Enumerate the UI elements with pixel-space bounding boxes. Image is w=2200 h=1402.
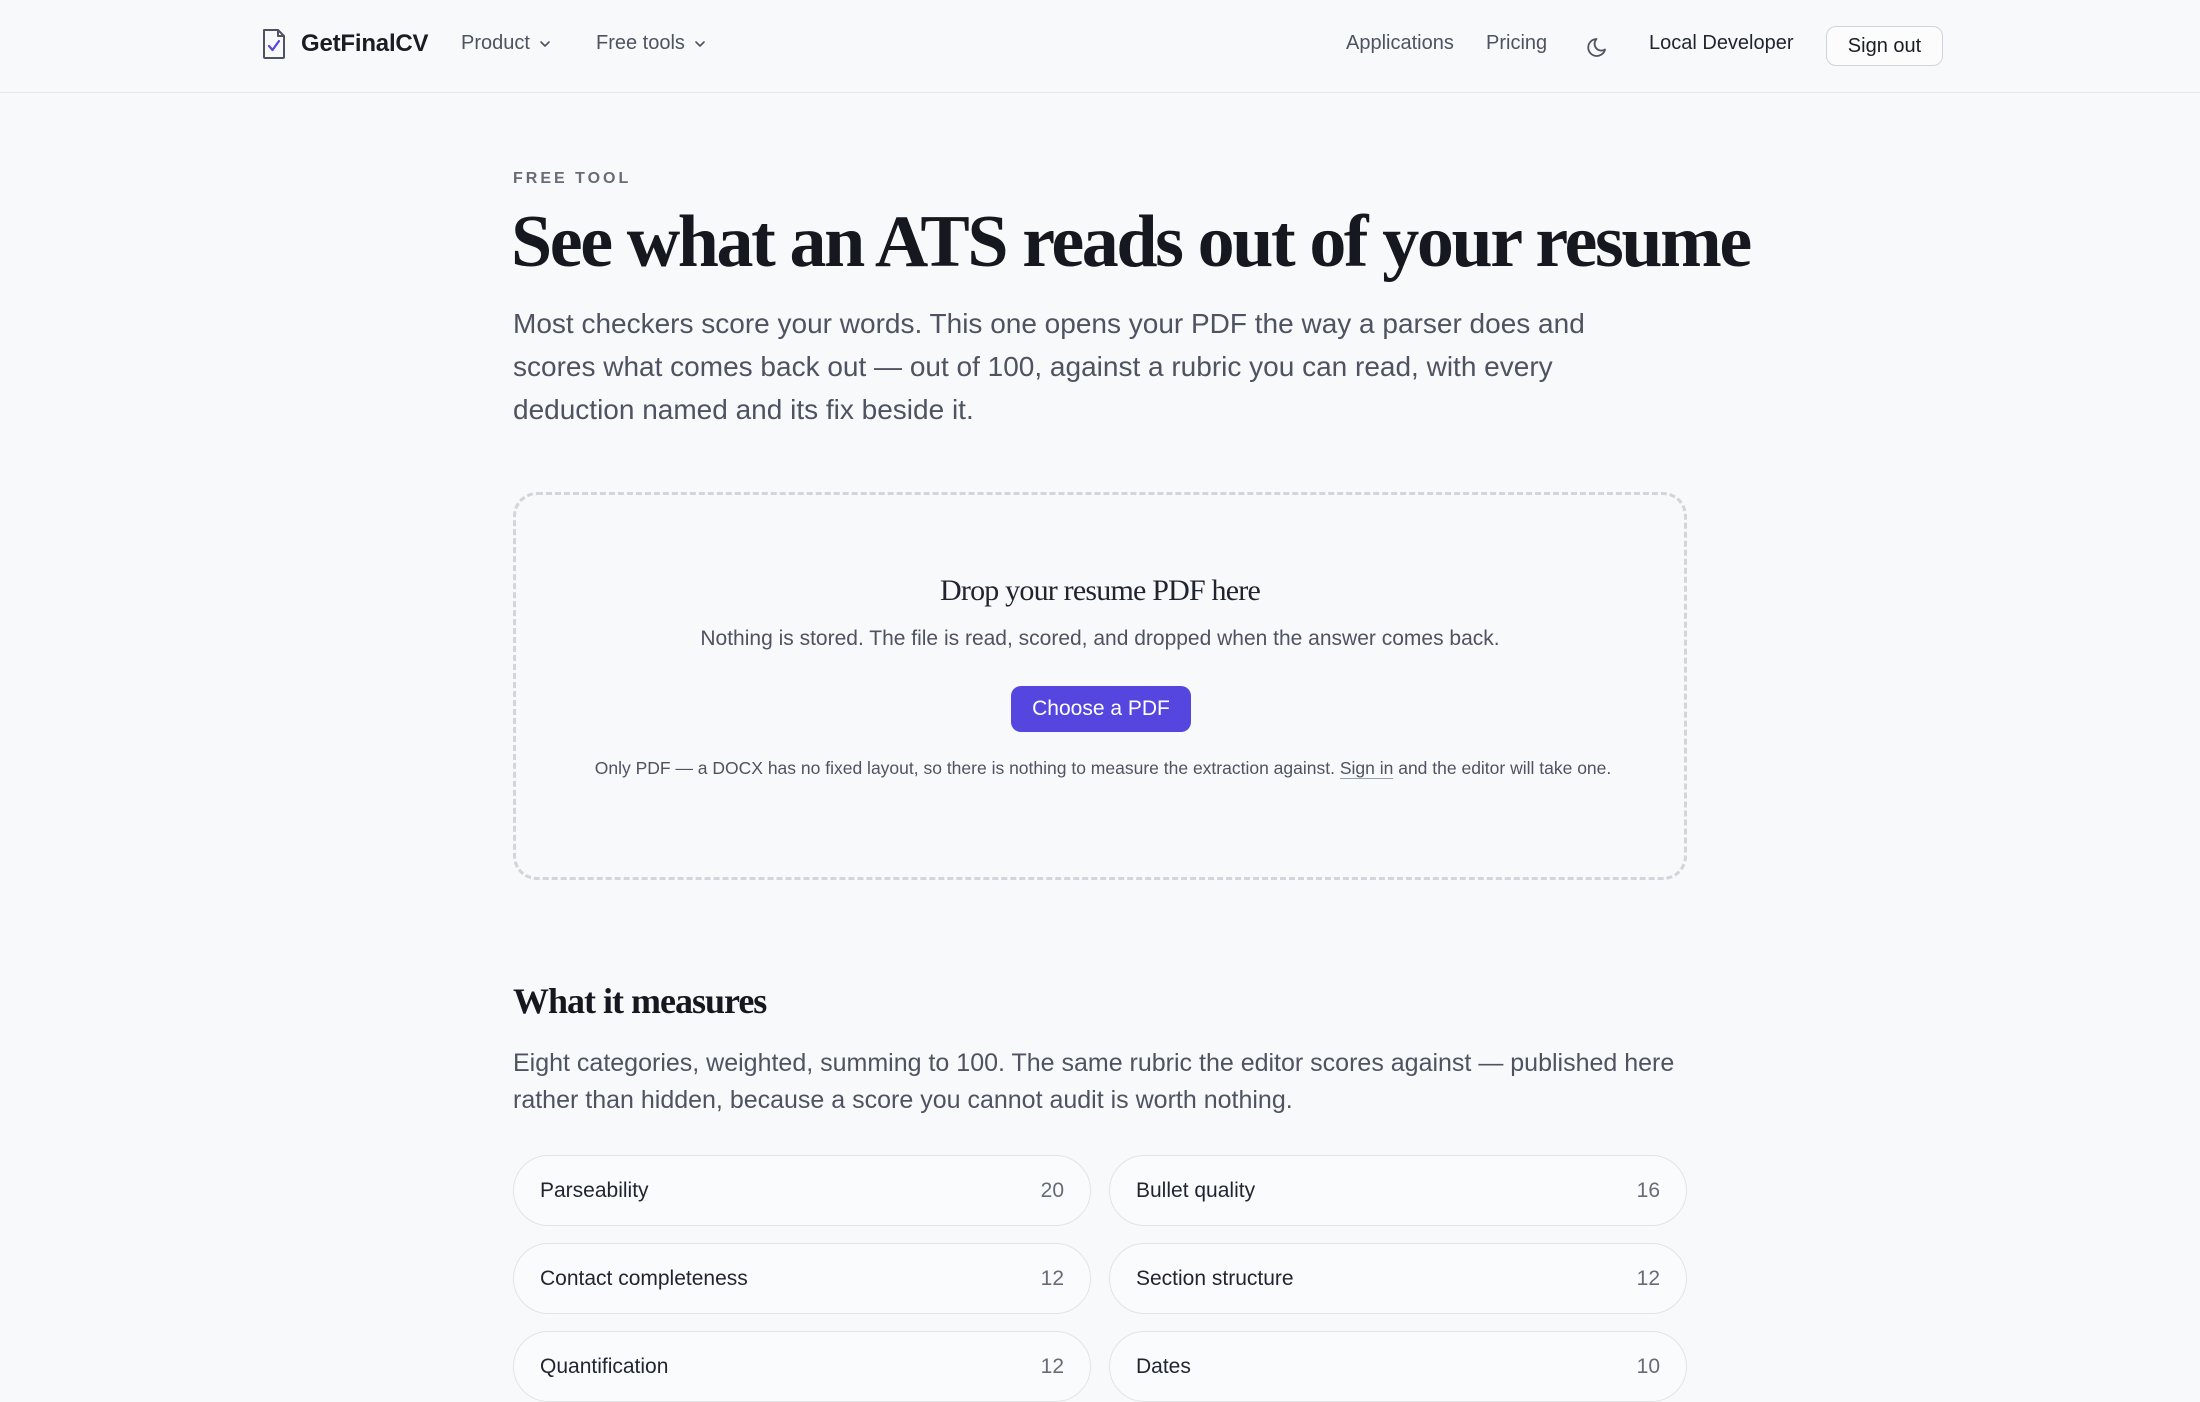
dropzone-subtitle: Nothing is stored. The file is read, sco… bbox=[700, 627, 1500, 650]
nav-product-dropdown[interactable]: Product bbox=[461, 32, 552, 55]
pdf-dropzone[interactable]: Drop your resume PDF here Nothing is sto… bbox=[513, 492, 1687, 880]
dropzone-title: Drop your resume PDF here bbox=[940, 574, 1261, 607]
category-name: Parseability bbox=[540, 1178, 649, 1202]
sign-out-button[interactable]: Sign out bbox=[1826, 26, 1943, 66]
nav-link-pricing[interactable]: Pricing bbox=[1486, 32, 1547, 55]
sign-in-link[interactable]: Sign in bbox=[1339, 758, 1394, 779]
eyebrow-label: FREE TOOL bbox=[513, 170, 632, 187]
category-card: Contact completeness 12 bbox=[513, 1243, 1091, 1314]
section-subtitle: Eight categories, weighted, summing to 1… bbox=[513, 1049, 1675, 1114]
user-name: Local Developer bbox=[1649, 32, 1794, 54]
category-card: Quantification 12 bbox=[513, 1331, 1091, 1402]
category-points: 16 bbox=[1636, 1178, 1660, 1202]
category-name: Section structure bbox=[1136, 1266, 1294, 1290]
nav-product-label: Product bbox=[461, 32, 530, 54]
document-check-icon bbox=[263, 29, 285, 59]
category-card: Dates 10 bbox=[1109, 1331, 1687, 1402]
section-title: What it measures bbox=[513, 981, 767, 1021]
page-title: See what an ATS reads out of your resume bbox=[511, 201, 1752, 283]
category-card: Parseability 20 bbox=[513, 1155, 1091, 1226]
category-card: Section structure 12 bbox=[1109, 1243, 1687, 1314]
page-subtitle: Most checkers score your words. This one… bbox=[513, 308, 1585, 425]
category-card: Bullet quality 16 bbox=[1109, 1155, 1687, 1226]
dropzone-note-text: Only PDF — a DOCX has no fixed layout, s… bbox=[594, 758, 1340, 778]
nav-free-tools-label: Free tools bbox=[596, 32, 685, 54]
category-points: 12 bbox=[1040, 1266, 1064, 1290]
nav-link-applications[interactable]: Applications bbox=[1346, 32, 1454, 55]
chevron-down-icon bbox=[540, 40, 550, 47]
chevron-down-icon bbox=[695, 40, 705, 47]
category-name: Contact completeness bbox=[540, 1266, 748, 1290]
dropzone-note: Only PDF — a DOCX has no fixed layout, s… bbox=[586, 756, 1620, 780]
category-points: 12 bbox=[1636, 1266, 1660, 1290]
category-points: 20 bbox=[1040, 1178, 1064, 1202]
choose-pdf-button[interactable]: Choose a PDF bbox=[1011, 686, 1191, 732]
category-name: Bullet quality bbox=[1136, 1178, 1256, 1202]
moon-icon[interactable] bbox=[1585, 33, 1611, 59]
brand-name: GetFinalCV bbox=[301, 30, 429, 57]
brand-logo-link[interactable]: GetFinalCV bbox=[261, 28, 429, 60]
nav-free-tools-dropdown[interactable]: Free tools bbox=[596, 32, 707, 55]
top-navigation-bar: GetFinalCV Product Free tools Applicatio… bbox=[0, 0, 2200, 93]
dropzone-note-text-end: and the editor will take one. bbox=[1393, 758, 1612, 778]
